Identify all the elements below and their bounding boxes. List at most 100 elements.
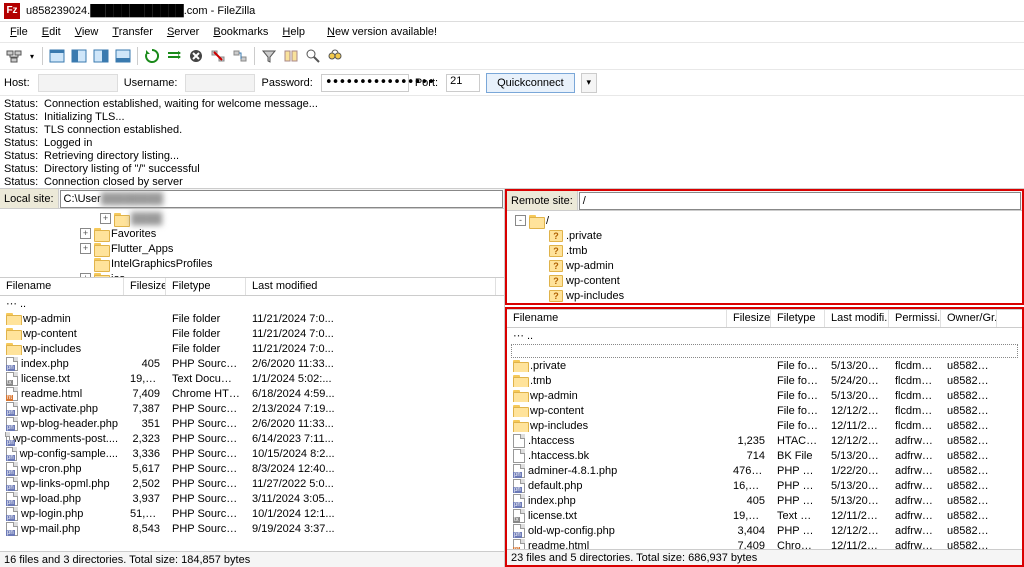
- disconnect-button[interactable]: [208, 46, 228, 66]
- list-item[interactable]: wp-adminFile folder11/21/2024 7:0...: [0, 311, 504, 326]
- panes: Local site: C:\User████████ +████+Favori…: [0, 189, 1024, 567]
- remote-list-header[interactable]: Filename Filesize Filetype Last modifi..…: [507, 309, 1022, 328]
- menu-file[interactable]: File: [4, 24, 34, 40]
- tree-toggle[interactable]: +: [80, 228, 91, 239]
- menu-server[interactable]: Server: [161, 24, 205, 40]
- list-item[interactable]: phwp-login.php51,367PHP Source File10/1/…: [0, 506, 504, 521]
- list-item[interactable]: wp-contentFile folder11/21/2024 7:0...: [0, 326, 504, 341]
- col-filename[interactable]: Filename: [507, 310, 727, 327]
- process-queue-button[interactable]: [164, 46, 184, 66]
- host-input[interactable]: [38, 74, 118, 92]
- local-file-list[interactable]: ⋯..wp-adminFile folder11/21/2024 7:0...w…: [0, 296, 504, 551]
- filter-button[interactable]: [259, 46, 279, 66]
- folder-icon: [529, 215, 543, 227]
- tree-item[interactable]: +Flutter_Apps: [0, 241, 504, 256]
- username-input[interactable]: [185, 74, 255, 92]
- list-item[interactable]: ⋯..: [0, 296, 504, 311]
- col-filesize[interactable]: Filesize: [727, 310, 771, 327]
- tree-label: wp-admin: [566, 260, 614, 272]
- list-item[interactable]: wp-includesFile folder11/21/2024 7:0...: [0, 341, 504, 356]
- list-item[interactable]: wp-includesFile folder12/11/2024...flcdm…: [507, 418, 1022, 433]
- col-modified[interactable]: Last modified: [246, 278, 496, 295]
- tree-item[interactable]: ?.private: [507, 228, 1022, 243]
- refresh-button[interactable]: [142, 46, 162, 66]
- tree-item[interactable]: ?.tmb: [507, 243, 1022, 258]
- remote-tree[interactable]: -/?.private?.tmb?wp-admin?wp-content?wp-…: [507, 211, 1022, 303]
- list-item[interactable]: txlicense.txt19,915Text Document1/1/2024…: [0, 371, 504, 386]
- list-item[interactable]: phadminer-4.8.1.php476,603PHP Sou...1/22…: [507, 463, 1022, 478]
- tree-item[interactable]: +████: [0, 211, 504, 226]
- local-path-input[interactable]: C:\User████████: [60, 190, 503, 208]
- cancel-button[interactable]: [186, 46, 206, 66]
- port-input[interactable]: 21: [446, 74, 480, 92]
- col-filesize[interactable]: Filesize: [124, 278, 166, 295]
- list-item[interactable]: .htaccess.bk714BK File5/13/2024 ...adfrw…: [507, 448, 1022, 463]
- toggle-remote-tree-button[interactable]: [91, 46, 111, 66]
- reconnect-button[interactable]: [230, 46, 250, 66]
- tree-item[interactable]: ?wp-includes: [507, 288, 1022, 303]
- search-button[interactable]: [325, 46, 345, 66]
- local-list-header[interactable]: Filename Filesize Filetype Last modified: [0, 277, 504, 296]
- list-item[interactable]: phdefault.php16,358PHP Sou...5/13/2024 .…: [507, 478, 1022, 493]
- col-permissions[interactable]: Permissi...: [889, 310, 941, 327]
- tree-item[interactable]: ?wp-admin: [507, 258, 1022, 273]
- col-filename[interactable]: Filename: [0, 278, 124, 295]
- list-item[interactable]: phindex.php405PHP Sou...5/13/2024 ...adf…: [507, 493, 1022, 508]
- list-item[interactable]: phwp-cron.php5,617PHP Source File8/3/202…: [0, 461, 504, 476]
- new-directory-placeholder[interactable]: [511, 344, 1018, 358]
- folder-icon: [6, 328, 20, 340]
- sync-browse-button[interactable]: [303, 46, 323, 66]
- message-log[interactable]: Status:Connection established, waiting f…: [0, 96, 1024, 189]
- menu-view[interactable]: View: [69, 24, 105, 40]
- list-item[interactable]: phwp-config-sample....3,336PHP Source Fi…: [0, 446, 504, 461]
- compare-button[interactable]: [281, 46, 301, 66]
- menu-edit[interactable]: Edit: [36, 24, 67, 40]
- menu-new-version-available-[interactable]: New version available!: [321, 24, 443, 40]
- quickconnect-dropdown[interactable]: ▾: [581, 73, 597, 93]
- col-modified[interactable]: Last modifi...: [825, 310, 889, 327]
- remote-path-input[interactable]: /: [579, 192, 1021, 210]
- col-owner[interactable]: Owner/Gr...: [941, 310, 997, 327]
- remote-sitebar: Remote site: /: [507, 191, 1022, 211]
- sitemanager-button[interactable]: [4, 46, 24, 66]
- tree-item[interactable]: ?wp-content: [507, 273, 1022, 288]
- toggle-queue-button[interactable]: [113, 46, 133, 66]
- folder-icon: [513, 360, 527, 372]
- list-item[interactable]: htreadme.html7,409Chrome HTML ...6/18/20…: [0, 386, 504, 401]
- list-item[interactable]: phwp-load.php3,937PHP Source File3/11/20…: [0, 491, 504, 506]
- menu-transfer[interactable]: Transfer: [106, 24, 159, 40]
- list-item[interactable]: phwp-activate.php7,387PHP Source File2/1…: [0, 401, 504, 416]
- list-item[interactable]: phindex.php405PHP Source File2/6/2020 11…: [0, 356, 504, 371]
- list-item[interactable]: txlicense.txt19,915Text Doc...12/11/2024…: [507, 508, 1022, 523]
- remote-file-list[interactable]: ⋯.. .privateFile folder5/13/2024 ...flcdm…: [507, 328, 1022, 549]
- password-input[interactable]: ••••••••••••••••: [321, 74, 409, 92]
- list-item[interactable]: phwp-blog-header.php351PHP Source File2/…: [0, 416, 504, 431]
- quickconnect-button[interactable]: Quickconnect: [486, 73, 575, 93]
- tree-toggle[interactable]: +: [80, 243, 91, 254]
- list-item[interactable]: ⋯..: [507, 328, 1022, 343]
- tree-item[interactable]: IntelGraphicsProfiles: [0, 256, 504, 271]
- col-filetype[interactable]: Filetype: [771, 310, 825, 327]
- col-filetype[interactable]: Filetype: [166, 278, 246, 295]
- tree-item[interactable]: -/: [507, 213, 1022, 228]
- list-item[interactable]: wp-contentFile folder12/12/2024...flcdmp…: [507, 403, 1022, 418]
- list-item[interactable]: phwp-mail.php8,543PHP Source File9/19/20…: [0, 521, 504, 536]
- list-item[interactable]: .tmbFile folder5/24/2024 ...flcdmpe ...u…: [507, 373, 1022, 388]
- tree-item[interactable]: +Favorites: [0, 226, 504, 241]
- list-item[interactable]: wp-adminFile folder5/13/2024 ...flcdmpe …: [507, 388, 1022, 403]
- tree-toggle[interactable]: -: [515, 215, 526, 226]
- folder-icon: [513, 375, 527, 387]
- list-item[interactable]: htreadme.html7,409Chrome ...12/11/2024..…: [507, 538, 1022, 549]
- toggle-log-button[interactable]: [47, 46, 67, 66]
- menu-help[interactable]: Help: [276, 24, 311, 40]
- local-tree[interactable]: +████+Favorites+Flutter_AppsIntelGraphic…: [0, 209, 504, 277]
- menu-bookmarks[interactable]: Bookmarks: [207, 24, 274, 40]
- dropdown-arrow[interactable]: ▾: [26, 46, 38, 66]
- list-item[interactable]: phwp-links-opml.php2,502PHP Source File1…: [0, 476, 504, 491]
- toggle-local-tree-button[interactable]: [69, 46, 89, 66]
- tree-toggle[interactable]: +: [100, 213, 111, 224]
- list-item[interactable]: .htaccess1,235HTACCE...12/12/2024...adfr…: [507, 433, 1022, 448]
- list-item[interactable]: phwp-comments-post....2,323PHP Source Fi…: [0, 431, 504, 446]
- list-item[interactable]: .privateFile folder5/13/2024 ...flcdmpe …: [507, 358, 1022, 373]
- list-item[interactable]: phold-wp-config.php3,404PHP Sou...12/12/…: [507, 523, 1022, 538]
